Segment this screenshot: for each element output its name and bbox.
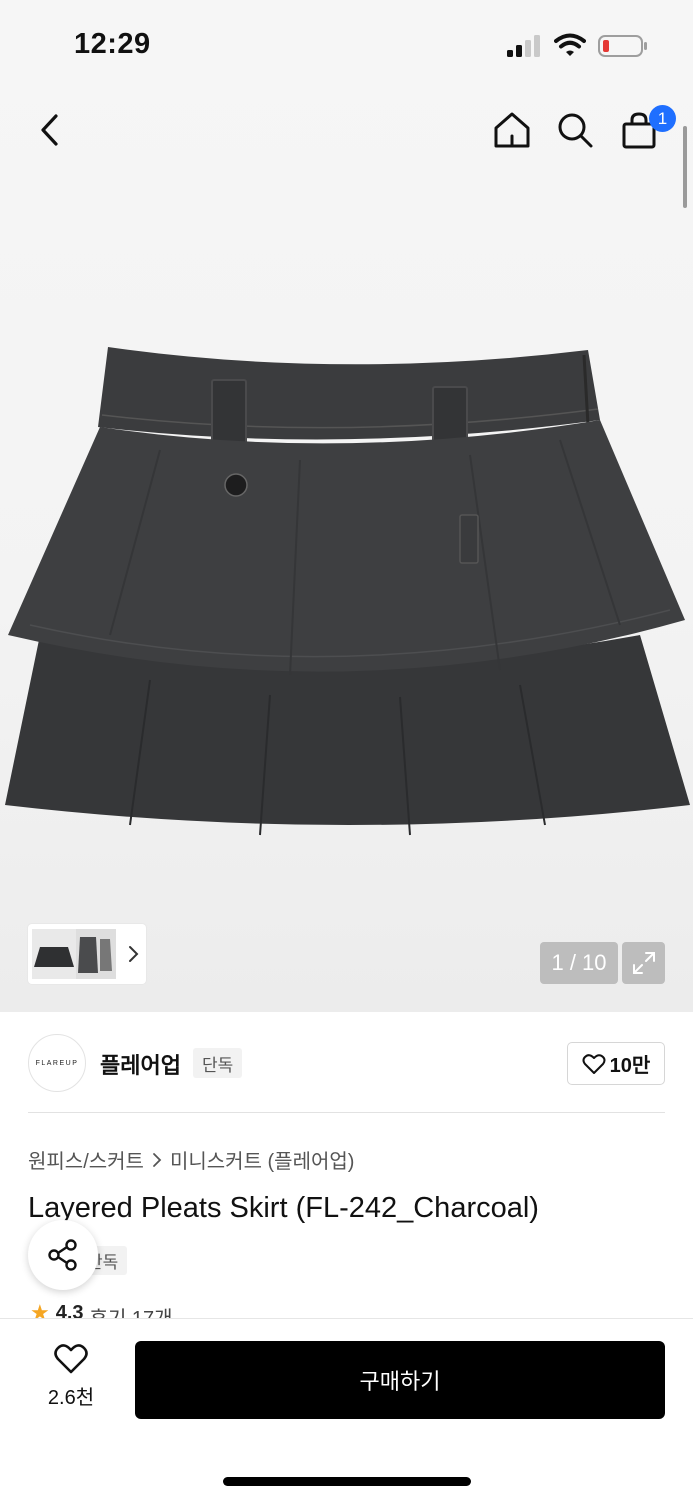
status-bar: 12:29 — [0, 0, 693, 90]
star-icon: ★ — [30, 1302, 50, 1318]
home-button[interactable] — [484, 100, 540, 160]
rating-score: 4.3 — [55, 1302, 84, 1318]
product-photo — [5, 347, 690, 836]
brand-name[interactable]: 플레어업 — [100, 1048, 181, 1080]
cart-button[interactable]: 1 — [611, 100, 676, 160]
bottom-action-bar: 2.6천 구매하기 — [0, 1318, 693, 1500]
thumbnails-next-button[interactable] — [122, 924, 144, 984]
brand-like-count: 10만 — [609, 1055, 651, 1077]
brand-logo[interactable]: FLAREUP — [28, 1034, 86, 1092]
wifi-icon — [554, 33, 586, 56]
breadcrumb: 원피스/스커트 미니스커트 (플레어업) — [28, 1145, 354, 1174]
wishlist-count: 2.6천 — [47, 1387, 95, 1409]
battery-icon — [598, 35, 647, 57]
home-indicator[interactable] — [223, 1477, 471, 1486]
thumbnail-strip[interactable] — [28, 924, 146, 984]
product-image-gallery[interactable]: 12:29 1 1 / 10 — [0, 0, 693, 1012]
top-navigation: 1 — [0, 100, 693, 160]
share-button[interactable] — [28, 1220, 98, 1290]
review-count: 후기 17개 — [90, 1302, 173, 1318]
heart-icon — [582, 1053, 606, 1074]
back-button[interactable] — [22, 100, 78, 160]
chevron-right-icon — [129, 946, 139, 962]
product-title: Layered Pleats Skirt (FL-242_Charcoal) — [28, 1192, 539, 1224]
thumbnail-image[interactable] — [76, 929, 116, 979]
brand-row: FLAREUP 플레어업 단독 10만 — [28, 1034, 665, 1094]
cellular-signal-icon — [507, 35, 540, 57]
chevron-right-icon — [153, 1152, 162, 1167]
wishlist-button[interactable]: 2.6천 — [30, 1343, 112, 1421]
breadcrumb-item[interactable]: 미니스커트 (플레어업) — [170, 1145, 354, 1174]
search-icon — [558, 113, 593, 148]
image-page-indicator: 1 / 10 — [540, 942, 618, 984]
heart-icon — [54, 1344, 88, 1374]
cart-count-badge: 1 — [649, 105, 676, 132]
brand-exclusive-badge: 단독 — [193, 1048, 243, 1078]
buy-button[interactable]: 구매하기 — [135, 1341, 665, 1419]
search-button[interactable] — [547, 100, 603, 160]
breadcrumb-item[interactable]: 원피스/스커트 — [28, 1145, 144, 1174]
chevron-left-icon — [41, 114, 58, 146]
expand-image-button[interactable] — [622, 942, 665, 984]
scrollbar[interactable] — [683, 126, 687, 208]
home-icon — [494, 112, 530, 148]
rating-summary[interactable]: ★ 4.3 후기 17개 — [30, 1302, 173, 1318]
thumbnail-image[interactable] — [32, 929, 76, 979]
share-icon — [48, 1239, 77, 1271]
brand-like-button[interactable]: 10만 — [567, 1042, 665, 1085]
status-time: 12:29 — [74, 28, 151, 60]
expand-icon — [632, 952, 655, 974]
divider — [28, 1112, 665, 1113]
